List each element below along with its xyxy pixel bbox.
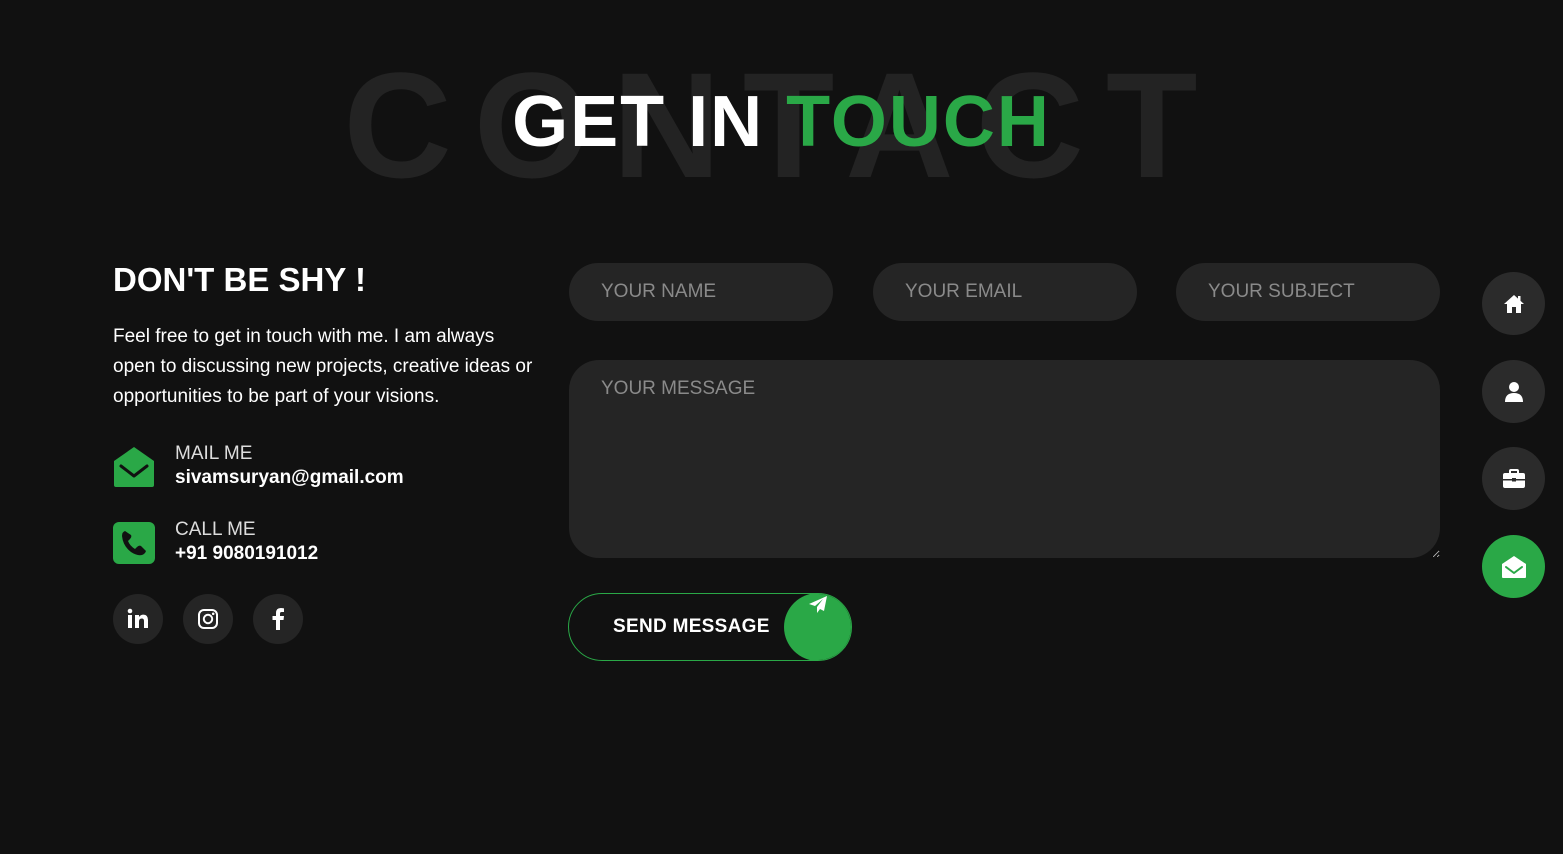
page-title-green: TOUCH (786, 82, 1051, 162)
user-icon (1504, 381, 1523, 402)
send-message-button[interactable]: SEND MESSAGE (568, 593, 852, 661)
envelope-open-icon (113, 446, 155, 488)
info-description: Feel free to get in touch with me. I am … (113, 326, 533, 408)
send-circle (784, 594, 851, 660)
paper-plane-icon (809, 596, 827, 613)
linkedin-link[interactable] (113, 594, 163, 645)
subject-input[interactable] (1176, 263, 1440, 321)
nav-about-button[interactable] (1482, 360, 1545, 423)
call-label: CALL ME (175, 519, 256, 541)
mail-item: MAIL ME sivamsuryan@gmail.com (113, 442, 543, 491)
briefcase-icon (1502, 468, 1525, 488)
send-message-label: SEND MESSAGE (613, 616, 770, 637)
contact-page: CONTACT GET IN TOUCH DON'T BE SHY ! Feel… (0, 0, 1563, 854)
nav-home-button[interactable] (1482, 272, 1545, 335)
phone-icon (113, 521, 155, 564)
home-icon (1503, 294, 1524, 313)
facebook-icon (272, 608, 284, 631)
instagram-link[interactable] (183, 594, 233, 645)
instagram-icon (198, 609, 218, 630)
social-links (113, 594, 543, 645)
email-input[interactable] (873, 263, 1137, 321)
call-item: CALL ME +91 9080191012 (113, 518, 543, 567)
nav-contact-button[interactable] (1482, 535, 1545, 598)
linkedin-icon (127, 608, 148, 629)
page-title: GET IN TOUCH (0, 86, 1563, 158)
contact-info: DON'T BE SHY ! Feel free to get in touch… (113, 261, 543, 645)
page-title-white: GET IN (512, 82, 765, 162)
nav-portfolio-button[interactable] (1482, 447, 1545, 510)
facebook-link[interactable] (253, 594, 303, 645)
mail-label: MAIL ME (175, 443, 253, 465)
message-input[interactable] (569, 360, 1440, 558)
name-input[interactable] (569, 263, 833, 321)
envelope-open-icon (1501, 555, 1526, 578)
info-title: DON'T BE SHY ! (113, 261, 366, 298)
mail-value[interactable]: sivamsuryan@gmail.com (175, 465, 404, 491)
call-value[interactable]: +91 9080191012 (175, 541, 318, 567)
